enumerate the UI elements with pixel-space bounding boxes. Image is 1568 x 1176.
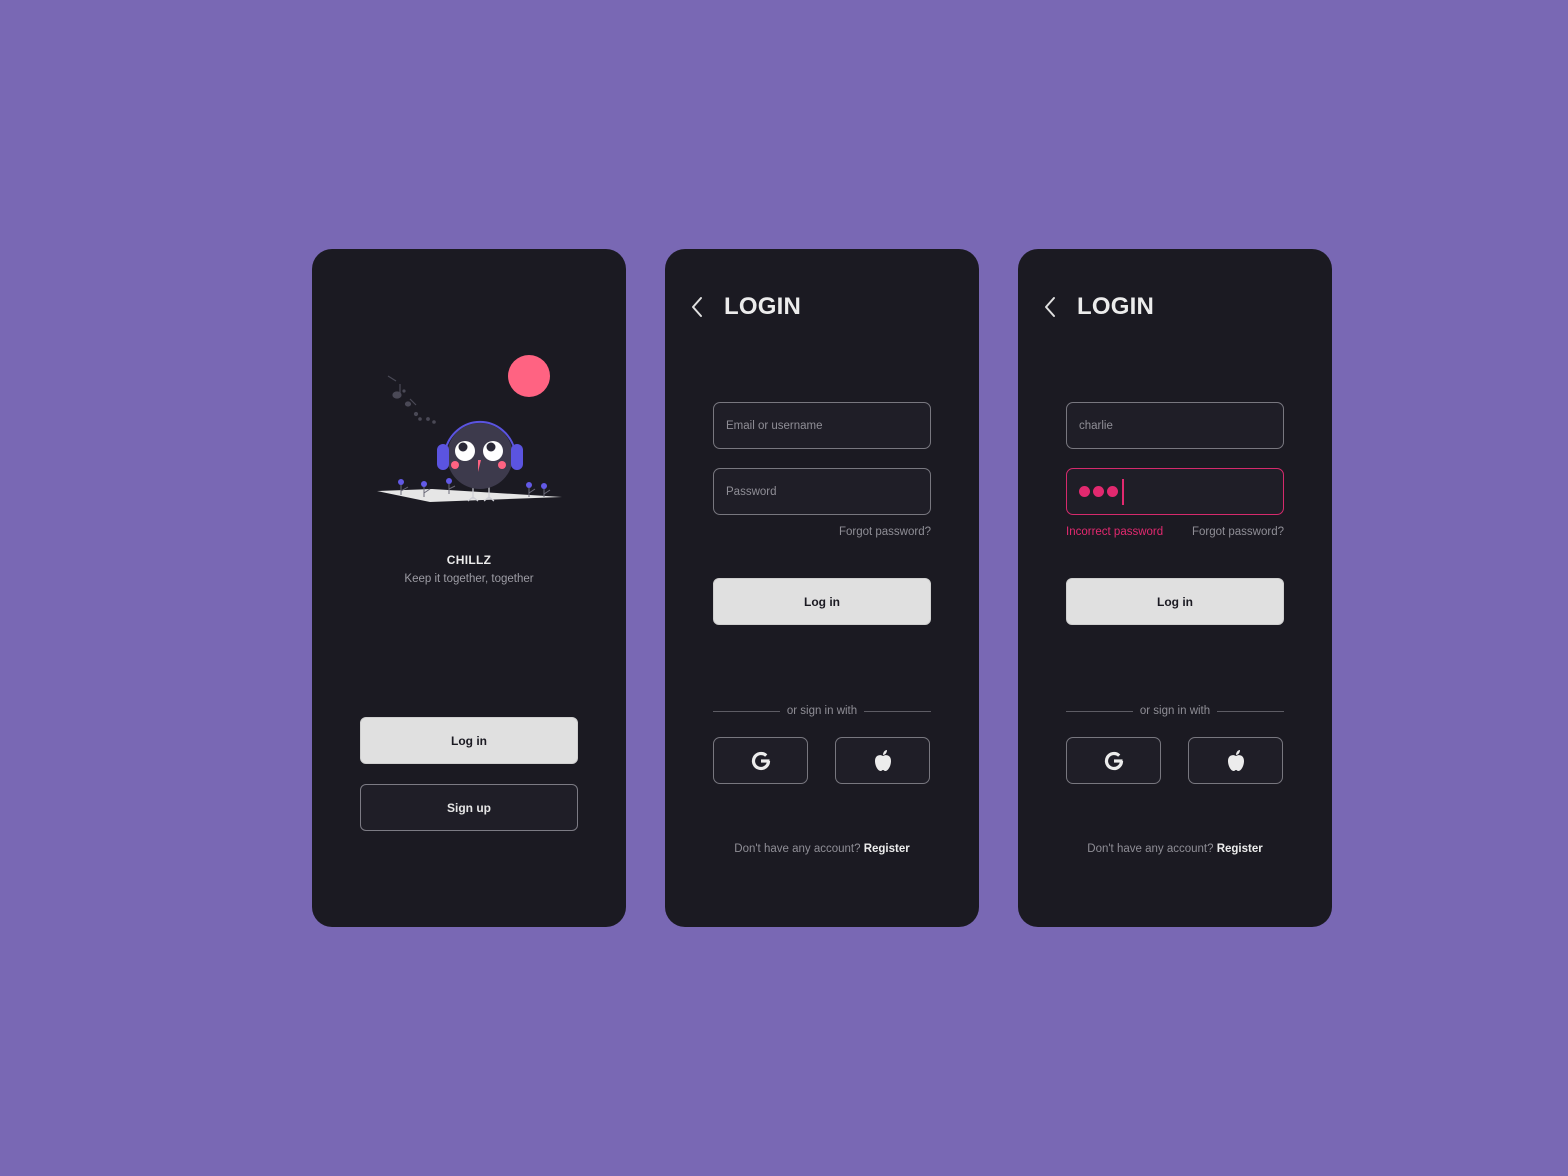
error-message: Incorrect password xyxy=(1066,526,1164,538)
password-masked-value xyxy=(1079,478,1124,505)
divider: or sign in with xyxy=(713,705,931,717)
signup-button[interactable]: Sign up xyxy=(360,784,578,831)
register-link[interactable]: Register xyxy=(864,843,910,855)
google-signin-button[interactable] xyxy=(713,737,808,784)
register-prompt: Don't have any account? Register xyxy=(1018,843,1332,855)
password-dot xyxy=(1107,486,1118,497)
chevron-left-icon[interactable] xyxy=(1042,295,1058,319)
sun-icon xyxy=(508,355,550,397)
login-screen: LOGIN Email or username Password Forgot … xyxy=(665,249,979,927)
divider-line xyxy=(1217,710,1284,712)
apple-signin-button[interactable] xyxy=(1188,737,1283,784)
header: LOGIN xyxy=(689,289,801,325)
divider-line xyxy=(1066,710,1133,712)
header: LOGIN xyxy=(1042,289,1154,325)
divider-text: or sign in with xyxy=(1139,705,1211,717)
login-button[interactable]: Log in xyxy=(360,717,578,764)
username-value: charlie xyxy=(1079,419,1113,432)
divider-line xyxy=(713,710,780,712)
page-title: LOGIN xyxy=(724,293,801,320)
bird-with-headphones-illustration xyxy=(377,355,562,502)
register-link[interactable]: Register xyxy=(1217,843,1263,855)
login-error-screen: LOGIN charlie Incorrect password Forgot … xyxy=(1018,249,1332,927)
username-input[interactable]: charlie xyxy=(1066,402,1284,449)
divider-text: or sign in with xyxy=(786,705,858,717)
music-notes-icon xyxy=(387,375,436,424)
brand-tagline: Keep it together, together xyxy=(404,573,534,585)
password-dot xyxy=(1093,486,1104,497)
no-account-text: Don't have any account? xyxy=(1087,843,1214,855)
password-input[interactable] xyxy=(1066,468,1284,515)
apple-icon xyxy=(1227,749,1244,771)
apple-signin-button[interactable] xyxy=(835,737,930,784)
login-button[interactable]: Log in xyxy=(713,578,931,625)
register-prompt: Don't have any account? Register xyxy=(665,843,979,855)
page-title: LOGIN xyxy=(1077,293,1154,320)
brand-name: CHILLZ xyxy=(446,553,492,567)
google-icon xyxy=(751,751,770,770)
divider-line xyxy=(864,710,931,712)
password-dot xyxy=(1079,486,1090,497)
google-icon xyxy=(1104,751,1123,770)
forgot-password-link[interactable]: Forgot password? xyxy=(839,526,931,538)
apple-icon xyxy=(874,749,891,771)
chevron-left-icon[interactable] xyxy=(689,295,705,319)
text-cursor xyxy=(1122,478,1124,505)
username-placeholder: Email or username xyxy=(726,419,823,432)
password-placeholder: Password xyxy=(726,485,777,498)
forgot-password-link[interactable]: Forgot password? xyxy=(1192,526,1284,538)
username-input[interactable]: Email or username xyxy=(713,402,931,449)
welcome-screen: CHILLZ Keep it together, together Log in… xyxy=(312,249,626,927)
google-signin-button[interactable] xyxy=(1066,737,1161,784)
login-button[interactable]: Log in xyxy=(1066,578,1284,625)
no-account-text: Don't have any account? xyxy=(734,843,861,855)
password-input[interactable]: Password xyxy=(713,468,931,515)
divider: or sign in with xyxy=(1066,705,1284,717)
